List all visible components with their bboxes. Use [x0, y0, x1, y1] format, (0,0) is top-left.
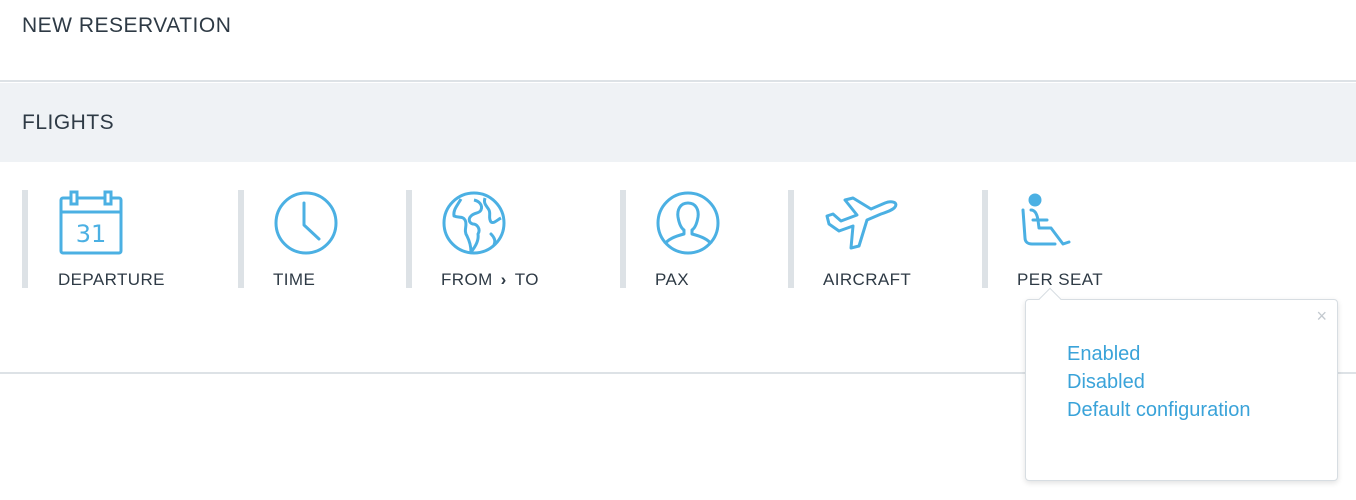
- pax-field[interactable]: PAX: [620, 190, 780, 289]
- section-bar: FLIGHTS: [0, 83, 1356, 162]
- calendar-day-text: 31: [76, 220, 107, 248]
- calendar-icon: 31: [58, 190, 124, 256]
- option-enabled[interactable]: Enabled: [1067, 340, 1250, 368]
- chevron-right-icon: ›: [500, 270, 507, 289]
- per-seat-label: PER SEAT: [1017, 270, 1104, 289]
- time-label: TIME: [273, 270, 316, 289]
- page-header: NEW RESERVATION: [0, 0, 1356, 82]
- clock-icon: [273, 190, 339, 256]
- section-title: FLIGHTS: [22, 111, 115, 134]
- close-icon[interactable]: ×: [1316, 306, 1327, 326]
- per-seat-popover: × Enabled Disabled Default configuration: [1025, 299, 1338, 481]
- to-label: TO: [514, 270, 539, 289]
- popover-option-list: Enabled Disabled Default configuration: [1067, 340, 1250, 424]
- option-default-configuration[interactable]: Default configuration: [1067, 396, 1250, 424]
- time-field[interactable]: TIME: [238, 190, 398, 289]
- route-field[interactable]: FROM › TO: [406, 190, 616, 290]
- page-title: NEW RESERVATION: [22, 14, 232, 37]
- from-label: FROM: [441, 270, 493, 289]
- aircraft-field[interactable]: AIRCRAFT: [788, 190, 978, 289]
- option-disabled[interactable]: Disabled: [1067, 368, 1250, 396]
- airplane-icon: [823, 190, 899, 256]
- departure-label: DEPARTURE: [58, 270, 165, 289]
- globe-icon: [441, 190, 507, 256]
- person-icon: [655, 190, 721, 256]
- seat-icon: [1017, 190, 1083, 256]
- departure-field[interactable]: 31 DEPARTURE: [22, 190, 232, 289]
- aircraft-label: AIRCRAFT: [823, 270, 912, 289]
- route-label: FROM › TO: [441, 270, 539, 290]
- pax-label: PAX: [655, 270, 689, 289]
- per-seat-field[interactable]: PER SEAT: [982, 190, 1172, 289]
